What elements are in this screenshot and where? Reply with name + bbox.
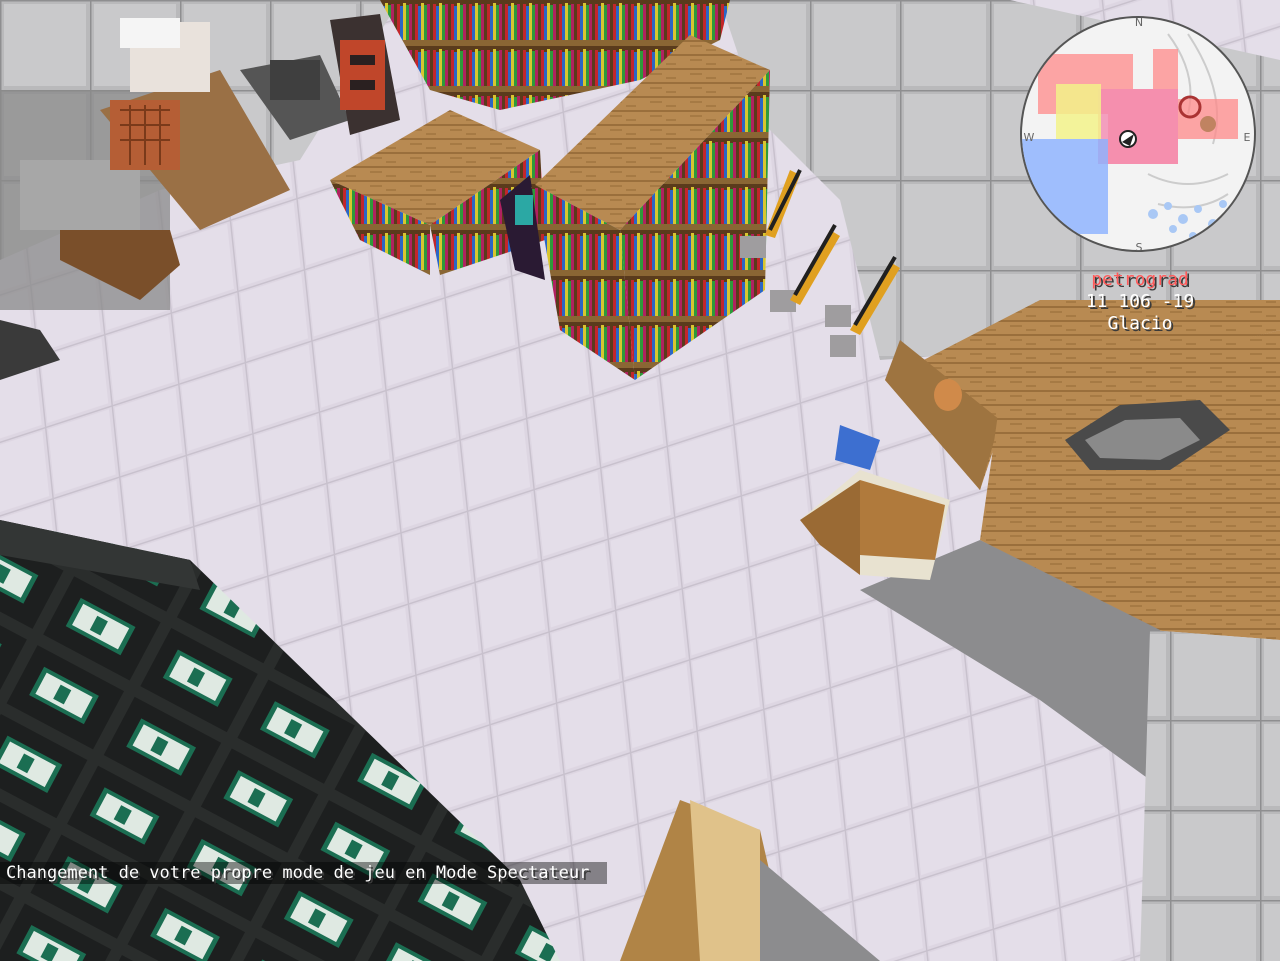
compass-south: S: [1136, 241, 1143, 254]
location-name: petrograd: [1091, 269, 1189, 290]
minimap-claim-pink: [1098, 89, 1178, 164]
minimap-claim-yellow: [1056, 84, 1101, 139]
player-coordinates: 11 106 -19: [1085, 291, 1195, 312]
chat-message: Changement de votre propre mode de jeu e…: [0, 862, 608, 884]
compass-east: E: [1244, 131, 1251, 144]
compass-west: W: [1024, 131, 1035, 144]
dimension-name: Glacio: [1107, 313, 1173, 334]
minimap: N E S W: [1018, 14, 1258, 254]
compass-north: N: [1135, 16, 1143, 29]
minimap-claim-blue: [1022, 139, 1108, 234]
